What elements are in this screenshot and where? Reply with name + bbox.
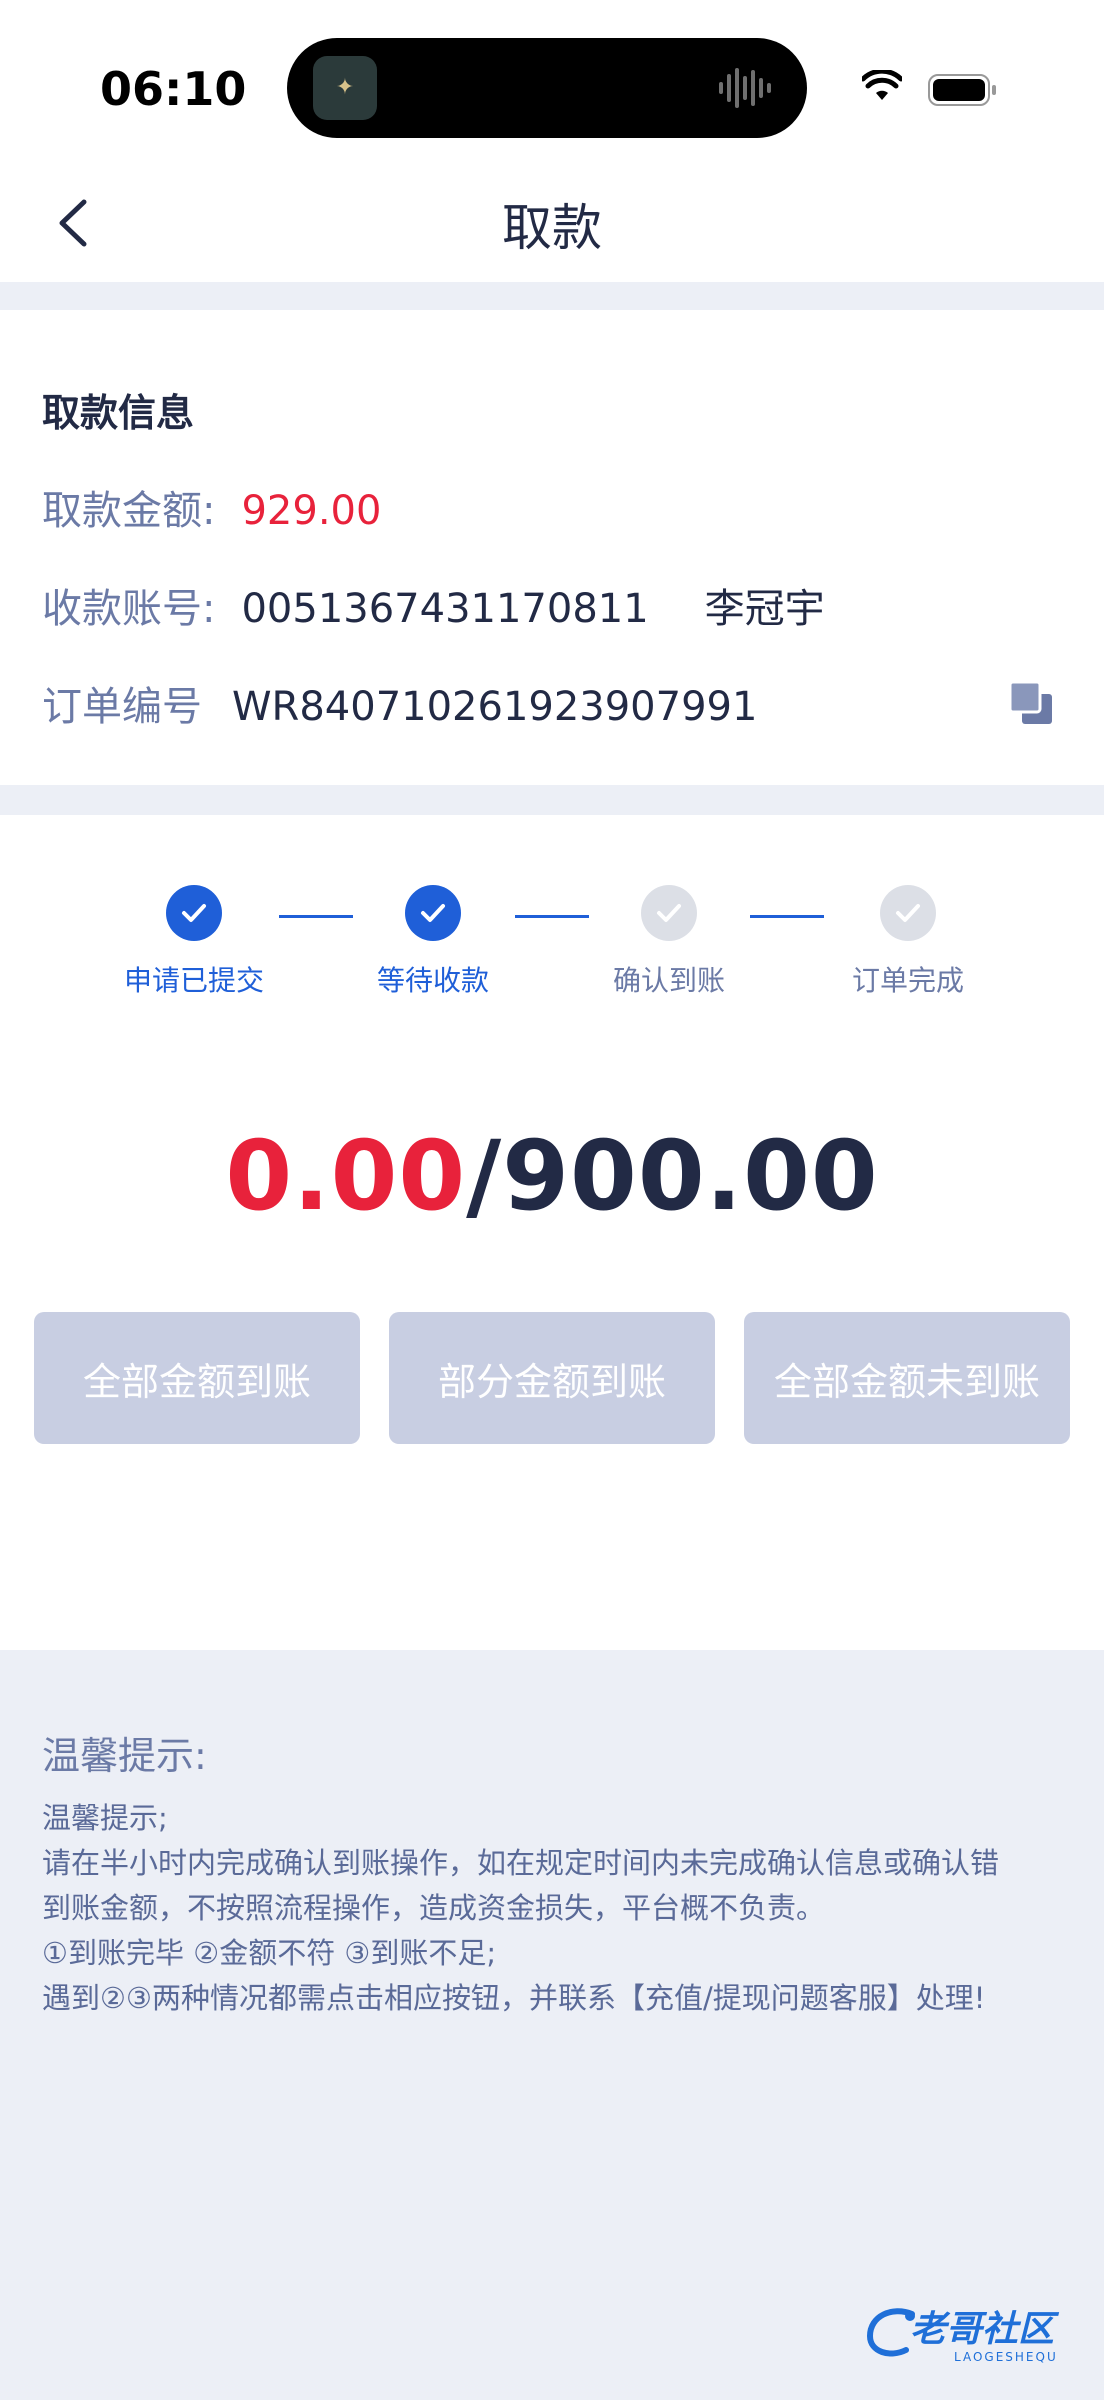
- tips-line: 到账金额，不按照流程操作，造成资金损失，平台概不负责。: [42, 1891, 826, 1925]
- full-received-button[interactable]: 全部金额到账: [34, 1312, 360, 1444]
- status-bar: 06:10 ✦: [0, 0, 1104, 160]
- step-label: 订单完成: [851, 964, 964, 997]
- partial-received-button[interactable]: 部分金额到账: [389, 1312, 715, 1444]
- app-icon: ✦: [313, 56, 377, 120]
- tips-line: 温馨提示;: [42, 1801, 168, 1835]
- amount-progress: 0.00/900.00: [0, 1120, 1104, 1232]
- step-label: 等待收款: [376, 964, 489, 997]
- check-icon: [641, 885, 697, 941]
- step-confirm: 确认到账: [579, 885, 759, 999]
- step-awaiting: 等待收款: [343, 885, 523, 999]
- step-connector: [279, 915, 353, 918]
- step-label: 申请已提交: [123, 964, 264, 997]
- tips-title: 温馨提示:: [42, 1734, 207, 1778]
- order-number: WR840710261923907991: [232, 684, 758, 730]
- tips-line: 请在半小时内完成确认到账操作，如在规定时间内未完成确认信息或确认错: [42, 1846, 1000, 1880]
- order-row: 订单编号 WR840710261923907991: [42, 674, 757, 732]
- account-row: 收款账号: 0051367431170811 李冠宇: [42, 576, 825, 634]
- step-connector: [750, 915, 824, 918]
- check-icon: [166, 885, 222, 941]
- check-icon: [405, 885, 461, 941]
- step-complete: 订单完成: [818, 885, 998, 999]
- check-icon: [880, 885, 936, 941]
- page-title: 取款: [502, 199, 602, 257]
- battery-icon: [928, 74, 996, 106]
- not-received-button[interactable]: 全部金额未到账: [744, 1312, 1070, 1444]
- copy-icon[interactable]: [1006, 678, 1056, 728]
- watermark-logo: 老哥社区 LAOGESHEQU: [862, 2296, 1094, 2372]
- watermark-subtext: LAOGESHEQU: [954, 2350, 1058, 2364]
- amount-row: 取款金额: 929.00: [42, 478, 381, 536]
- account-number: 0051367431170811: [241, 586, 649, 632]
- withdraw-info-card: 取款信息 取款金额: 929.00 收款账号: 0051367431170811 李冠…: [0, 310, 1104, 785]
- audio-wave-icon: [719, 68, 771, 108]
- step-connector: [515, 915, 589, 918]
- watermark-text: 老哥社区: [910, 2309, 1055, 2350]
- status-time: 06:10: [100, 62, 247, 116]
- total-amount: 900.00: [502, 1120, 879, 1232]
- tips-section: 温馨提示: 温馨提示; 请在半小时内完成确认到账操作，如在规定时间内未完成确认信…: [42, 1725, 1072, 2021]
- step-label: 确认到账: [612, 964, 725, 997]
- tips-line: 遇到②③两种情况都需点击相应按钮，并联系【充值/提现问题客服】处理!: [42, 1981, 986, 2015]
- amount-label: 取款金额:: [42, 488, 216, 534]
- account-holder: 李冠宇: [704, 586, 825, 632]
- nav-bar: 取款: [0, 160, 1104, 282]
- tips-line: ①到账完毕 ②金额不符 ③到账不足;: [42, 1936, 497, 1970]
- progress-card: 申请已提交 等待收款 确认到账 订单完成 0.00/900.00 全部金额到账 …: [0, 815, 1104, 1650]
- section-title: 取款信息: [42, 391, 195, 435]
- amount-value: 929.00: [241, 488, 382, 534]
- step-submitted: 申请已提交: [104, 885, 284, 999]
- order-label: 订单编号: [42, 684, 202, 730]
- wifi-icon: [862, 70, 902, 100]
- account-label: 收款账号:: [42, 586, 216, 632]
- dynamic-island: ✦: [287, 38, 807, 138]
- received-amount: 0.00: [225, 1120, 467, 1232]
- amount-separator: /: [466, 1120, 503, 1232]
